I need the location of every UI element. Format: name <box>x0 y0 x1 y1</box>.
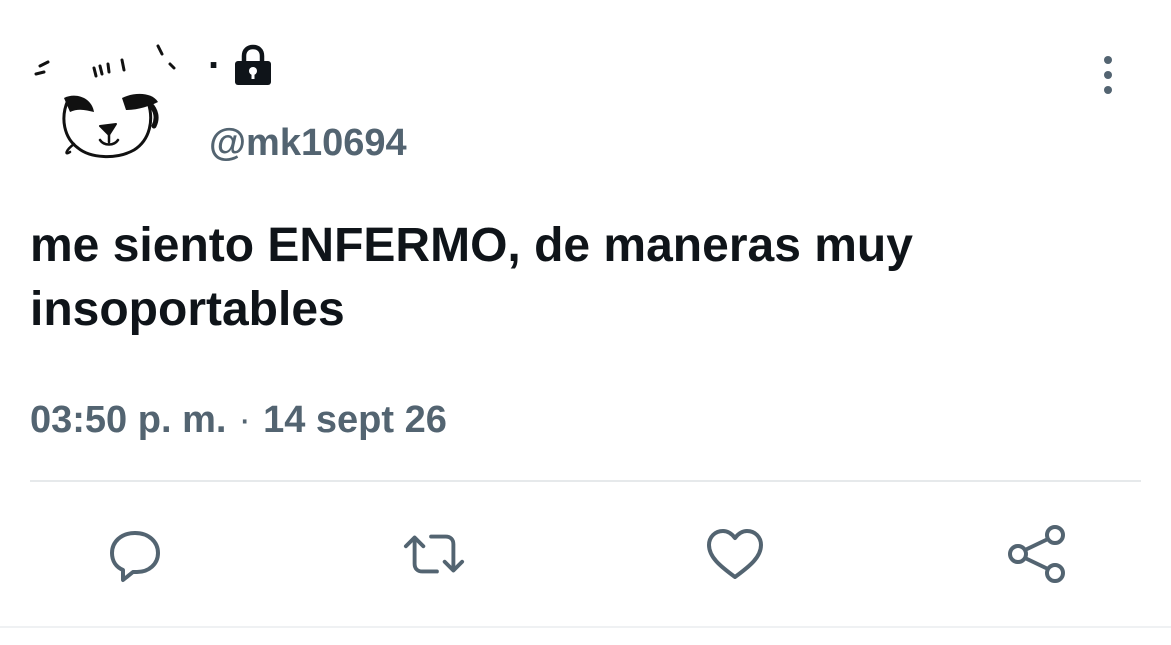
more-options-button[interactable] <box>1088 54 1128 98</box>
cat-face-drawing <box>34 44 176 158</box>
tweet-date[interactable]: 14 sept 26 <box>263 399 447 441</box>
tweet-time[interactable]: 03:50 p. m. <box>30 399 226 441</box>
bottom-divider <box>0 626 1171 628</box>
tweet-timestamp: 03:50 p. m. · 14 sept 26 <box>30 396 447 444</box>
reply-icon <box>110 531 160 582</box>
more-vertical-icon <box>1104 56 1112 94</box>
display-name[interactable]: . <box>208 35 219 75</box>
reply-button[interactable] <box>103 522 167 586</box>
user-handle[interactable]: @mk10694 <box>209 121 407 165</box>
meta-separator: · <box>238 399 252 441</box>
share-icon <box>1008 525 1065 583</box>
lock-icon <box>233 44 273 86</box>
avatar[interactable] <box>30 40 185 170</box>
heart-icon <box>707 529 763 579</box>
retweet-icon <box>403 534 465 574</box>
divider <box>30 480 1141 482</box>
retweet-button[interactable] <box>402 522 466 586</box>
like-button[interactable] <box>703 522 767 586</box>
tweet-text: me siento ENFERMO, de maneras muy insopo… <box>30 219 913 336</box>
tweet-detail: . @mk10694 me siento ENFERMO, de maneras… <box>0 0 1171 645</box>
share-button[interactable] <box>1004 522 1068 586</box>
